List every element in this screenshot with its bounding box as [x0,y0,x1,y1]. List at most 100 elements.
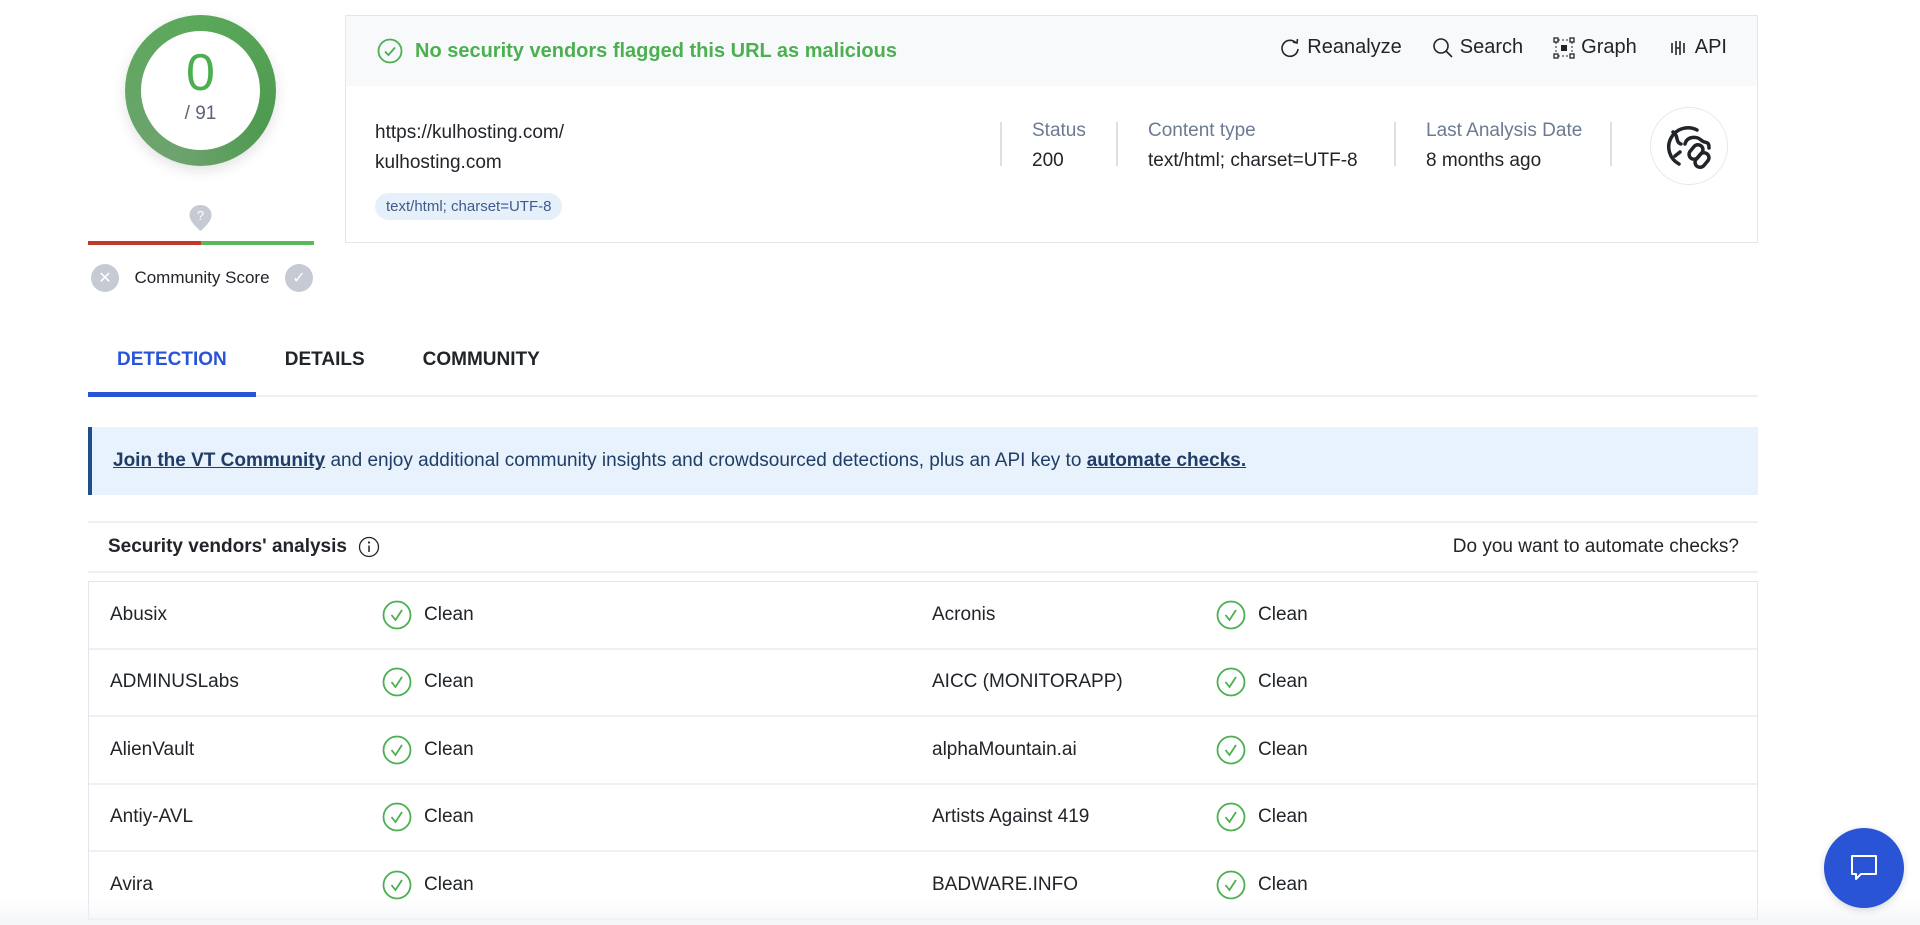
vendor-cell: ADMINUSLabs Clean [89,667,923,697]
reanalyze-button[interactable]: Reanalyze [1279,36,1402,59]
page: 0 / 91 ? ✕ Community Score ✓ No security… [0,0,1920,925]
clean-check-icon [382,735,412,765]
url-type-badge [1650,107,1728,185]
clean-check-icon [382,600,412,630]
clean-check-icon [1216,600,1246,630]
meta-content-type: Content type text/html; charset=UTF-8 [1116,116,1388,171]
vendor-result: Clean [382,600,474,630]
community-score-bar [88,241,314,245]
vendor-result-label: Clean [424,873,474,895]
vendor-result: Clean [1216,802,1308,832]
vendor-row: Avira Clean BADWARE.INFO Clean [89,852,1757,920]
verdict-text: No security vendors flagged this URL as … [415,39,897,62]
clean-check-icon [1216,802,1246,832]
detection-count: 0 [186,44,215,102]
vendor-cell: AICC (MONITORAPP) Clean [923,667,1757,697]
vendor-cell: BADWARE.INFO Clean [923,870,1757,900]
community-promo-banner: Join the VT Community and enjoy addition… [88,427,1758,495]
engine-total: / 91 [184,103,217,124]
vendor-name: Abusix [110,603,168,625]
api-button[interactable]: API [1667,36,1727,59]
vendor-result: Clean [382,667,474,697]
clean-check-icon [382,667,412,697]
vendors-table: Abusix Clean Acronis Clean ADMINUSLabs Clean A… [88,581,1758,920]
scanned-domain[interactable]: kulhosting.com [375,148,564,178]
meta-last-analysis: Last Analysis Date 8 months ago [1394,116,1613,171]
vendor-result-label: Clean [424,806,474,828]
vendor-result: Clean [1216,735,1308,765]
tab-detection[interactable]: DETECTION [88,337,256,397]
community-score-marker-icon: ? [189,205,212,231]
tab-details[interactable]: DETAILS [256,337,394,397]
verdict-banner: No security vendors flagged this URL as … [377,38,897,64]
vendor-result-label: Clean [424,671,474,693]
api-icon [1670,40,1685,55]
vote-harmful-button[interactable]: ✕ [91,264,119,292]
vendor-result: Clean [1216,667,1308,697]
globe-link-icon [1667,126,1711,170]
vendor-name: AICC (MONITORAPP) [932,671,1123,693]
vendor-cell: Antiy-AVL Clean [89,802,923,832]
vendor-name: Acronis [932,603,996,625]
vendor-cell: AlienVault Clean [89,735,923,765]
vendor-name: Antiy-AVL [110,806,194,828]
chat-bubble-icon [1851,855,1877,880]
vendor-row: AlienVault Clean alphaMountain.ai Clean [89,717,1757,785]
vendor-result: Clean [1216,870,1308,900]
search-button[interactable]: Search [1432,36,1523,59]
vendor-result-label: Clean [1258,873,1308,895]
banner-text: and enjoy additional community insights … [325,450,1087,471]
vendor-row: ADMINUSLabs Clean AICC (MONITORAPP) Clean [89,650,1757,717]
vendor-cell: Acronis Clean [923,600,1757,630]
content-type-tag[interactable]: text/html; charset=UTF-8 [375,193,563,220]
clean-check-icon [1216,870,1246,900]
tab-community[interactable]: COMMUNITY [394,337,569,397]
vendors-section-title: Security vendors' analysis [108,536,347,557]
vendor-cell: Avira Clean [89,870,923,900]
vendor-result: Clean [1216,600,1308,630]
vendor-result: Clean [382,735,474,765]
graph-button[interactable]: Graph [1553,36,1637,59]
svg-text:?: ? [197,208,204,223]
vendor-name: alphaMountain.ai [932,738,1077,760]
check-icon: ✓ [292,270,306,287]
vendor-name: AlienVault [110,738,195,760]
vendor-name: BADWARE.INFO [932,873,1079,895]
summary-card: No security vendors flagged this URL as … [345,15,1758,243]
info-icon[interactable] [358,536,380,558]
clean-check-icon [1216,667,1246,697]
vendor-result-label: Clean [1258,671,1308,693]
chat-button[interactable] [1824,828,1904,908]
check-circle-icon [377,38,403,64]
vendor-name: ADMINUSLabs [110,671,239,693]
vendor-result-label: Clean [1258,603,1308,625]
close-icon: ✕ [98,270,112,287]
vendor-result-label: Clean [1258,738,1308,760]
vendor-result: Clean [382,870,474,900]
vendor-cell: alphaMountain.ai Clean [923,735,1757,765]
vendor-cell: Artists Against 419 Clean [923,802,1757,832]
clean-check-icon [1216,735,1246,765]
search-icon [1432,37,1453,58]
community-score-label: Community Score [134,268,270,287]
action-toolbar: Reanalyze Search Graph API [1279,36,1727,59]
vendor-name: Avira [110,873,153,895]
vendor-row: Antiy-AVL Clean Artists Against 419 Clean [89,785,1757,852]
meta-status: Status 200 [1000,116,1116,171]
clean-check-icon [382,870,412,900]
automate-checks-prompt[interactable]: Do you want to automate checks? [1453,536,1739,558]
vendor-result-label: Clean [1258,806,1308,828]
vendor-cell: Abusix Clean [89,600,923,630]
vendor-name: Artists Against 419 [932,806,1090,828]
vendor-result: Clean [382,802,474,832]
vendor-result-label: Clean [424,603,474,625]
automate-checks-link[interactable]: automate checks. [1087,450,1246,471]
detection-score-ring: 0 / 91 [125,15,276,166]
vendor-row: Abusix Clean Acronis Clean [89,582,1757,650]
join-community-link[interactable]: Join the VT Community [113,450,325,471]
reanalyze-icon [1281,38,1300,57]
scanned-url: https://kulhosting.com/ [375,122,565,143]
vendor-result-label: Clean [424,738,474,760]
tab-bar: DETECTION DETAILS COMMUNITY [88,337,1758,397]
vote-harmless-button[interactable]: ✓ [284,264,313,292]
